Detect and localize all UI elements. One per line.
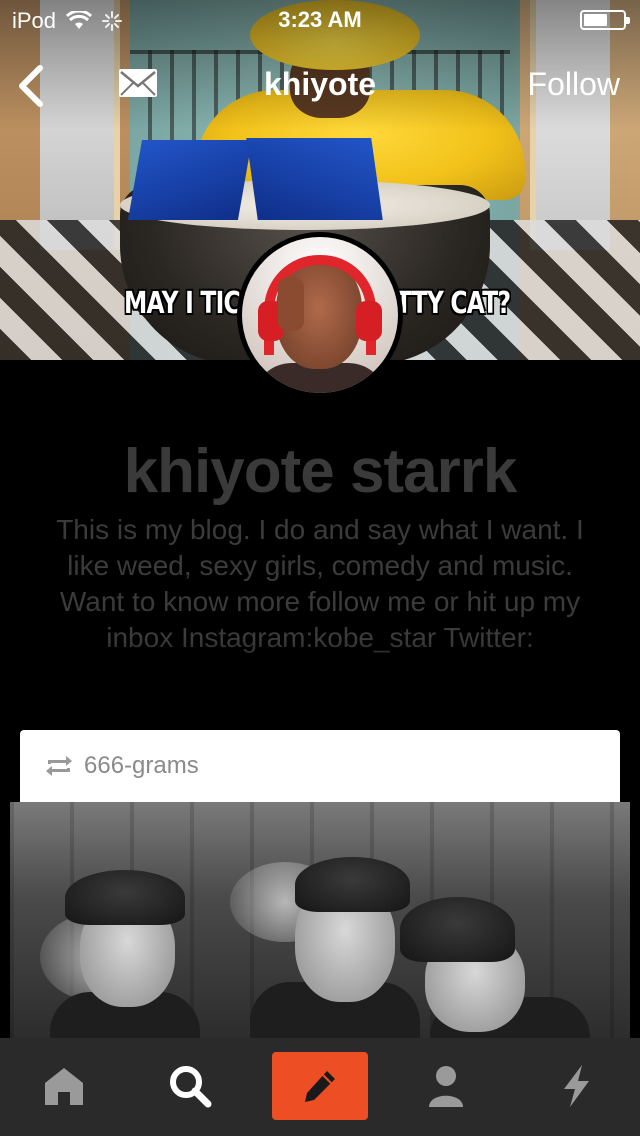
photo-cap: [65, 870, 185, 925]
compose-icon: [305, 1071, 335, 1102]
photo-cap: [295, 857, 410, 912]
battery-icon: [580, 10, 630, 30]
follow-button[interactable]: Follow: [528, 66, 620, 103]
avatar-hand: [278, 277, 304, 331]
account-icon: [429, 1066, 463, 1107]
post-header[interactable]: 666-grams: [20, 730, 620, 802]
bio-fade: [0, 640, 640, 690]
tab-account[interactable]: [398, 1052, 494, 1120]
avatar-photo: [242, 237, 398, 393]
tab-activity[interactable]: [528, 1052, 624, 1120]
reblog-source[interactable]: 666-grams: [84, 752, 199, 780]
avatar[interactable]: [237, 232, 403, 398]
status-bar: iPod 3:23 AM: [0, 0, 640, 40]
photo-cap: [400, 897, 515, 962]
avatar-earcup-right: [356, 301, 382, 341]
header-caption-left: MAY I TIC: [124, 286, 241, 321]
search-icon: [170, 1066, 212, 1108]
tab-compose[interactable]: [272, 1052, 368, 1120]
profile-name: khiyote starrk: [123, 437, 518, 506]
header-book-left: [127, 140, 253, 220]
reblog-icon: [46, 756, 72, 776]
post-photo[interactable]: [10, 802, 630, 1042]
tab-bar: [0, 1038, 640, 1136]
home-icon: [45, 1068, 83, 1105]
tab-home[interactable]: [16, 1052, 112, 1120]
header-book-right: [246, 138, 383, 220]
tab-search[interactable]: [142, 1052, 238, 1120]
activity-icon: [564, 1065, 589, 1107]
header-caption-right: TTY CAT?: [395, 286, 511, 321]
status-time: 3:23 AM: [278, 7, 362, 32]
battery-fill: [584, 14, 607, 26]
nav-bar: khiyote Follow: [0, 50, 640, 120]
